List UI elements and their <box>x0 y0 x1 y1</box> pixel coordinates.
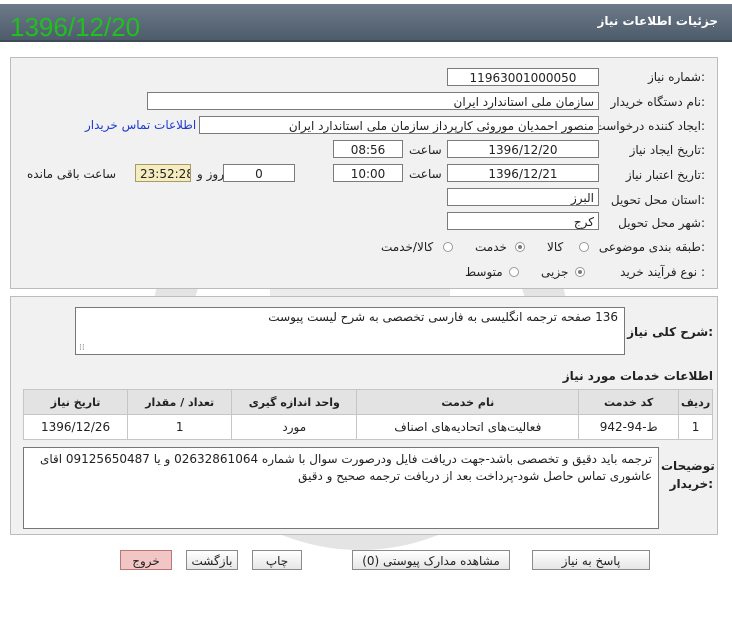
col-header-unit: واحد اندازه گیری <box>231 389 358 415</box>
buyer-notes-textarea[interactable]: ترجمه باید دقیق و تخصصی باشد-جهت دریافت … <box>23 447 659 529</box>
cell-service-name: فعالیت‌های اتحادیه‌های اصناف <box>356 414 580 440</box>
created-date-field: 1396/12/20 <box>447 140 599 158</box>
city-label: شهر محل تحویل: <box>618 216 705 230</box>
back-button[interactable]: بازگشت <box>186 550 238 570</box>
buyer-contact-link[interactable]: اطلاعات تماس خریدار <box>85 118 196 132</box>
days-field: 0 <box>223 164 295 182</box>
created-time-label: ساعت <box>409 143 442 157</box>
table-row: 1 ط-94-942 فعالیت‌های اتحادیه‌های اصناف … <box>22 414 713 440</box>
valid-time-field: 10:00 <box>333 164 403 182</box>
days-label: روز و <box>197 167 224 181</box>
cell-quantity: 1 <box>127 414 233 440</box>
page-title: جزئیات اطلاعات نیاز <box>597 14 718 28</box>
remaining-time-field: 23:52:28 <box>135 164 191 182</box>
cell-need-date: 1396/12/26 <box>22 414 129 440</box>
valid-date-field: 1396/12/21 <box>447 164 599 182</box>
col-header-service-code: کد خدمت <box>578 389 680 415</box>
description-textarea[interactable]: 136 صفحه ترجمه انگلیسی به فارسی تخصصی به… <box>75 307 625 355</box>
category-option-goods: کالا <box>547 240 564 254</box>
buyer-notes-label: توضیحات خریدار: <box>661 459 715 491</box>
view-attachments-button[interactable]: مشاهده مدارک پیوستی (0) <box>352 550 510 570</box>
category-radio-goods-service[interactable] <box>443 242 453 252</box>
category-option-service: خدمت <box>475 240 507 254</box>
valid-time-label: ساعت <box>409 167 442 181</box>
province-label: استان محل تحویل: <box>610 193 705 207</box>
category-label: طبقه بندی موضوعی: <box>598 240 705 254</box>
cell-service-code: ط-94-942 <box>578 414 680 440</box>
exit-button[interactable]: خروج <box>120 550 172 570</box>
valid-date-label: تاریخ اعتبار نیاز: <box>625 168 705 182</box>
city-field: کرج <box>447 212 599 230</box>
category-option-goods-service: کالا/خدمت <box>381 240 434 254</box>
need-info-panel: شماره نیاز: 1196300100005‌0 نام دستگاه خ… <box>10 57 718 289</box>
col-header-row-number: ردیف <box>678 389 713 415</box>
col-header-service-name: نام خدمت <box>356 389 580 415</box>
header-bar: جزئیات اطلاعات نیاز 1396/12/20 <box>0 0 732 44</box>
buyer-org-label: نام دستگاه خریدار: <box>610 95 706 109</box>
description-label: شرح کلی نیاز: <box>627 325 713 339</box>
reply-button[interactable]: پاسخ به نیاز <box>532 550 650 570</box>
category-radio-service[interactable] <box>515 242 525 252</box>
created-time-field: 08:56 <box>333 140 403 158</box>
process-radio-medium[interactable] <box>509 267 519 277</box>
process-option-minor: جزیی <box>541 265 569 279</box>
print-button[interactable]: چاپ <box>252 550 302 570</box>
table-header-row: ردیف کد خدمت نام خدمت واحد اندازه گیری ت… <box>22 389 713 415</box>
creator-field: منصور احمدیان موروئی کارپرداز سازمان ملی… <box>199 116 599 134</box>
province-field: البرز <box>447 188 599 206</box>
cell-unit: مورد <box>231 414 358 440</box>
process-label: نوع فرآیند خرید : <box>620 265 705 279</box>
header-date: 1396/12/20 <box>10 12 141 42</box>
buyer-org-field: سازمان ملی استاندارد ایران <box>147 92 599 110</box>
services-section-title: اطلاعات خدمات مورد نیاز <box>562 369 713 383</box>
details-panel: شرح کلی نیاز: 136 صفحه ترجمه انگلیسی به … <box>10 296 718 535</box>
creator-label: ایجاد کننده درخواست: <box>594 119 705 133</box>
remaining-label: ساعت باقی مانده <box>27 167 117 181</box>
category-radio-goods[interactable] <box>579 242 589 252</box>
need-number-field: 1196300100005‌0 <box>447 68 599 86</box>
process-option-medium: متوسط <box>465 265 503 279</box>
col-header-quantity: تعداد / مقدار <box>127 389 233 415</box>
services-table: ردیف کد خدمت نام خدمت واحد اندازه گیری ت… <box>22 389 713 440</box>
process-radio-minor[interactable] <box>575 267 585 277</box>
created-date-label: تاریخ ایجاد نیاز: <box>629 143 705 157</box>
resize-grip-icon[interactable]: ⁞⁞ <box>79 343 85 353</box>
col-header-need-date: تاریخ نیاز <box>22 389 129 415</box>
need-number-label: شماره نیاز: <box>647 70 705 84</box>
cell-row-number: 1 <box>678 414 713 440</box>
